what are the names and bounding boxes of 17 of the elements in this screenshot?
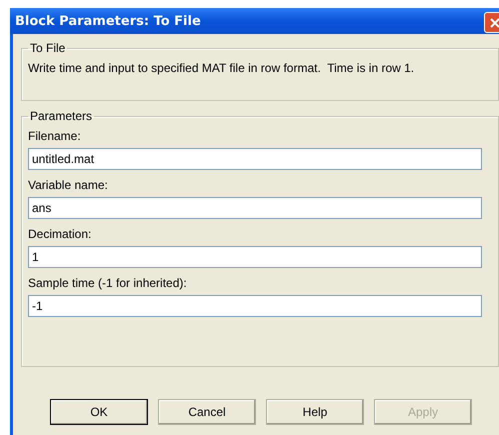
field-label: Variable name: <box>28 178 109 192</box>
description-text: Write time and input to specified MAT file in row format. Time is in row 1. <box>28 61 416 75</box>
group-title: Parameters <box>29 109 94 123</box>
dialog-button[interactable]: Cancel <box>158 399 256 425</box>
input-field[interactable]: 1 <box>28 246 482 268</box>
close-icon <box>490 18 499 28</box>
close-button[interactable] <box>484 12 499 33</box>
input-field[interactable]: untitled.mat <box>28 148 482 170</box>
field-label: Decimation: <box>28 227 92 241</box>
input-field[interactable]: -1 <box>28 295 482 317</box>
window-title: Block Parameters: To File <box>15 14 201 28</box>
dialog-button[interactable]: Help <box>266 399 364 425</box>
group-title: To File <box>29 41 66 55</box>
input-field[interactable]: ans <box>28 197 482 219</box>
field-label: Sample time (-1 for inherited): <box>28 276 188 290</box>
dialog-button[interactable]: OK <box>50 399 148 425</box>
field-label: Filename: <box>28 129 82 143</box>
